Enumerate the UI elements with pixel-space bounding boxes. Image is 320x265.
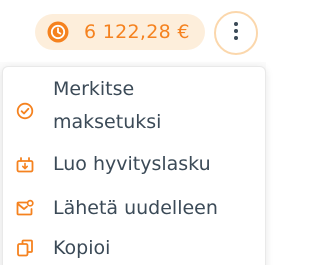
page: 6 122,28 € Merkitse maksetuksi Luo hyvit… [0,0,266,265]
copy-icon [16,239,34,257]
amount-badge: 6 122,28 € [35,14,205,50]
header-bar: 6 122,28 € [0,0,266,62]
credit-note-icon [16,155,34,173]
resend-mail-icon [16,199,34,217]
actions-dropdown-menu: Merkitse maksetuksi Luo hyvityslasku Läh… [2,66,266,265]
menu-item-credit-note[interactable]: Luo hyvityslasku [3,147,265,181]
menu-item-label: Lähetä uudelleen [53,197,218,219]
more-options-button[interactable] [214,11,258,55]
amount-value: 6 122,28 € [84,21,190,43]
check-circle-icon [16,102,34,120]
menu-item-label: Kopioi [53,237,111,259]
menu-item-label: Merkitse maksetuksi [53,78,162,133]
more-vertical-icon [233,21,239,45]
menu-item-label: Luo hyvityslasku [53,153,211,175]
menu-item-resend[interactable]: Lähetä uudelleen [3,191,265,225]
menu-item-copy[interactable]: Kopioi [3,231,265,265]
menu-item-mark-paid[interactable]: Merkitse maksetuksi [3,73,265,139]
clock-icon [47,21,69,43]
